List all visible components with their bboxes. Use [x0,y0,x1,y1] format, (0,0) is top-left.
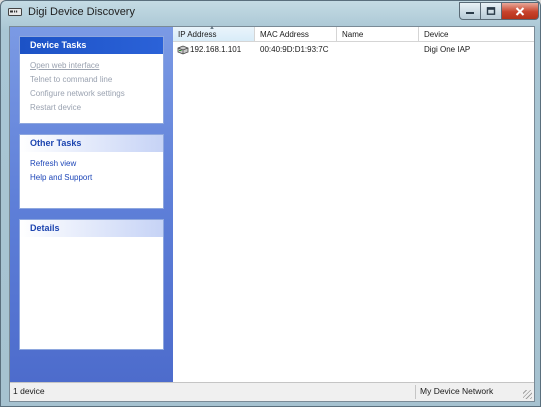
details-header[interactable]: Details [20,220,163,237]
device-icon [177,45,189,55]
device-tasks-panel: Device Tasks Open web interface Telnet t… [19,36,164,124]
column-header-name[interactable]: Name [337,27,419,42]
ip-address-cell: 192.168.1.101 [190,45,242,54]
status-bar: 1 device My Device Network [10,382,534,401]
details-panel: Details [19,219,164,350]
minimize-button[interactable] [459,2,481,20]
resize-grip-icon[interactable] [523,390,532,399]
maximize-icon [486,7,496,15]
refresh-view-link[interactable]: Refresh view [30,157,153,171]
maximize-button[interactable] [480,2,502,20]
help-and-support-link[interactable]: Help and Support [30,171,153,185]
device-count: 1 device [13,386,45,396]
task-pane: Device Tasks Open web interface Telnet t… [10,27,173,382]
window-title: Digi Device Discovery [28,6,135,18]
client-area: Device Tasks Open web interface Telnet t… [9,25,535,402]
minimize-icon [466,12,474,14]
title-bar[interactable]: Digi Device Discovery [1,1,540,25]
network-device-icon [8,8,22,16]
close-icon [515,6,525,16]
restart-device-link[interactable]: Restart device [30,101,153,115]
status-divider [415,385,416,399]
other-tasks-header[interactable]: Other Tasks [20,135,163,152]
configure-network-settings-link[interactable]: Configure network settings [30,87,153,101]
device-list[interactable]: ▲ IP Address MAC Address Name Device 192… [173,25,534,382]
device-tasks-header[interactable]: Device Tasks [20,37,163,54]
close-button[interactable] [501,2,539,20]
column-header-ip-address[interactable]: ▲ IP Address [173,25,255,42]
other-tasks-panel: Other Tasks Refresh view Help and Suppor… [19,134,164,209]
mac-address-cell: 00:40:9D:D1:93:7C [260,45,329,54]
device-cell: Digi One IAP [424,45,471,54]
network-name: My Device Network [420,386,494,396]
open-web-interface-link[interactable]: Open web interface [30,59,153,73]
column-header-device[interactable]: Device [419,27,534,42]
sort-ascending-icon: ▲ [209,25,215,31]
app-window: Digi Device Discovery Device Tasks Open … [0,0,541,407]
column-header-mac-address[interactable]: MAC Address [255,27,337,42]
telnet-command-line-link[interactable]: Telnet to command line [30,73,153,87]
